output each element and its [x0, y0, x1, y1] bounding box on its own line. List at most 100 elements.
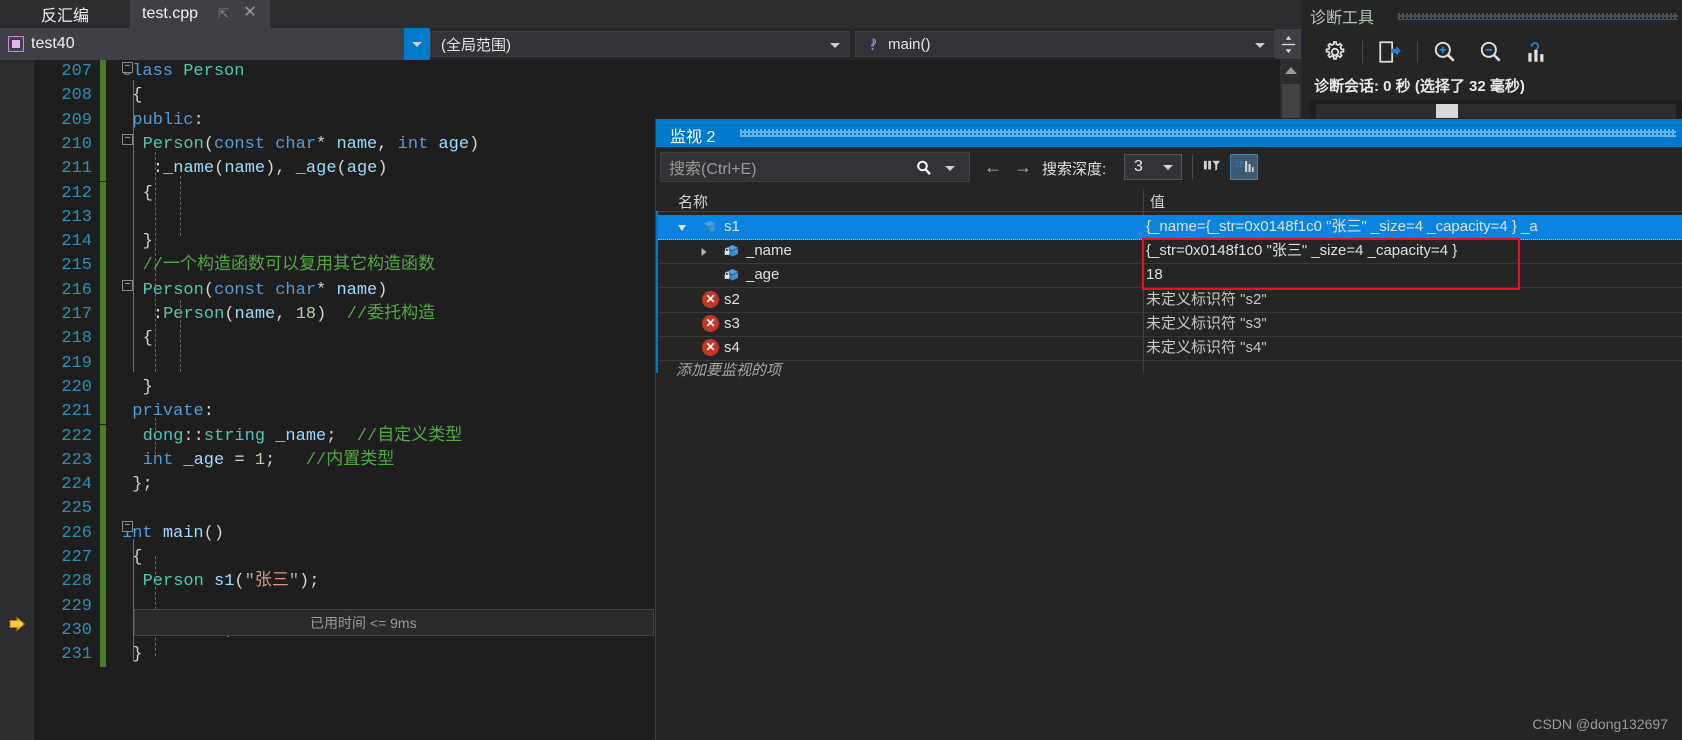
change-indicator: [100, 205, 106, 231]
change-indicator: [100, 181, 106, 206]
project-icon: [8, 36, 24, 52]
project-selector[interactable]: test40: [0, 28, 430, 60]
select-chart-button[interactable]: [1514, 35, 1560, 69]
line-number: 220: [61, 377, 92, 397]
code-line[interactable]: 207 class Person: [0, 60, 1302, 85]
add-watch-item-row[interactable]: 添加要监视的项: [658, 359, 1682, 383]
hexadecimal-display-icon[interactable]: 16: [1230, 154, 1258, 180]
line-number: 209: [61, 110, 92, 130]
code-text: int _age = 1; //内置类型: [142, 450, 395, 470]
navigate-back-button[interactable]: ←: [982, 157, 1004, 177]
line-number: 219: [61, 353, 92, 373]
change-indicator: [100, 594, 106, 619]
search-placeholder: 搜索(Ctrl+E): [669, 161, 757, 178]
watch-row-value[interactable]: 18: [1146, 263, 1163, 287]
code-text: Person s1("张三");: [142, 572, 320, 592]
line-number: 230: [61, 620, 92, 640]
watch-window-title: 监视 2: [670, 129, 716, 146]
zoom-out-button[interactable]: [1468, 35, 1514, 69]
watch-window-title-bar[interactable]: 监视 2: [656, 119, 1682, 147]
code-text: :Person(name, 18) //委托构造: [152, 305, 436, 324]
change-indicator: [100, 108, 106, 133]
code-line[interactable]: 208{: [0, 84, 1302, 109]
project-dropdown-arrow[interactable]: [404, 28, 430, 60]
error-icon: ✕: [702, 314, 719, 332]
diagnostic-timeline-selection[interactable]: [1436, 104, 1458, 118]
watch-row-value[interactable]: 未定义标识符 "s2": [1146, 288, 1267, 312]
add-watch-item-placeholder: 添加要监视的项: [676, 362, 782, 379]
change-indicator: [100, 497, 106, 522]
code-text: private:: [132, 402, 214, 422]
export-button[interactable]: [1367, 35, 1413, 69]
line-number: 229: [61, 596, 92, 616]
settings-button[interactable]: [1312, 35, 1358, 69]
tab-disassembly[interactable]: 反汇编: [0, 0, 130, 28]
indent-guide-4: [180, 176, 181, 236]
object-icon: [702, 220, 717, 234]
scope-selector[interactable]: (全局范围): [430, 31, 850, 57]
change-indicator: [100, 618, 106, 644]
search-input[interactable]: 搜索(Ctrl+E): [660, 152, 970, 182]
scroll-up-icon[interactable]: [1280, 60, 1302, 80]
change-indicator: [100, 351, 106, 376]
private-field-icon: [724, 244, 739, 258]
watch-row[interactable]: ✕ s3 未定义标识符 "s3": [658, 312, 1682, 337]
search-depth-input[interactable]: 3: [1124, 154, 1182, 180]
watch-row-value[interactable]: 未定义标识符 "s4": [1146, 336, 1267, 360]
watch-row[interactable]: s1 {_name={_str=0x0148f1c0 "张三" _size=4 _…: [658, 215, 1682, 240]
fold-toggle-class[interactable]: −: [122, 62, 133, 73]
function-selector[interactable]: main(): [855, 31, 1275, 57]
scope-guide-class: [133, 80, 134, 372]
pin-icon[interactable]: ⇱: [218, 6, 232, 22]
code-text: Person(const char* name, int age): [142, 134, 480, 154]
search-options-chevron-icon[interactable]: [945, 166, 955, 171]
column-header-name: 名称: [678, 194, 709, 211]
toolbar-separator: [1417, 41, 1418, 63]
watch-row[interactable]: _age 18: [658, 263, 1682, 289]
watch-row[interactable]: _name {_str=0x0148f1c0 "张三" _size=4 _capa…: [658, 239, 1682, 265]
watch-row-value[interactable]: {_name={_str=0x0148f1c0 "张三" _size=4 _ca…: [1146, 215, 1538, 239]
tab-test-cpp[interactable]: test.cpp ⇱ ✕: [130, 0, 270, 28]
zoom-in-button[interactable]: [1422, 35, 1468, 69]
change-indicator: [100, 157, 106, 182]
search-depth-value: 3: [1134, 158, 1143, 175]
line-number: 223: [61, 450, 92, 470]
indent-guide-5: [180, 300, 181, 372]
navigate-forward-button[interactable]: →: [1012, 157, 1034, 177]
drag-handle-dots[interactable]: [1398, 13, 1678, 20]
line-number: 231: [61, 645, 92, 665]
diagnostic-toolbar: [1312, 32, 1682, 72]
watch-row-name: _name: [746, 242, 792, 260]
change-indicator: [100, 546, 106, 571]
diagnostic-tools-header: 诊断工具: [1310, 4, 1682, 28]
expander-expand-icon[interactable]: [698, 245, 710, 257]
watch-row[interactable]: ✕ s2 未定义标识符 "s2": [658, 288, 1682, 313]
error-icon: ✕: [702, 339, 719, 356]
watch-row-value[interactable]: 未定义标识符 "s3": [1146, 312, 1267, 336]
watch-row-name: s2: [724, 290, 740, 308]
change-indicator: [100, 278, 106, 303]
close-icon[interactable]: ✕: [242, 4, 258, 22]
watch-row[interactable]: ✕ s4 未定义标识符 "s4": [658, 336, 1682, 361]
change-indicator: [100, 570, 106, 595]
search-icon[interactable]: [915, 159, 933, 177]
line-number: 225: [61, 499, 92, 519]
fold-toggle-ctor2[interactable]: −: [122, 280, 133, 291]
code-text: class Person: [122, 62, 245, 81]
scope-guide-main: [133, 539, 134, 661]
fold-toggle-ctor1[interactable]: −: [122, 134, 133, 145]
split-window-icon[interactable]: [1275, 29, 1301, 59]
expander-collapse-icon[interactable]: [676, 221, 688, 233]
line-number: 227: [61, 548, 92, 567]
watch-drag-handle[interactable]: [740, 129, 1676, 137]
toolbar-separator: [1362, 41, 1363, 63]
watch-grid-header: 名称 值: [656, 189, 1682, 212]
filter-icon[interactable]: [1198, 154, 1224, 180]
line-number: 215: [61, 256, 92, 276]
diagnostic-timeline-strip[interactable]: [1316, 104, 1676, 118]
code-text: //一个构造函数可以复用其它构造函数: [142, 256, 435, 276]
function-icon: [865, 37, 880, 52]
code-text: {: [142, 329, 153, 349]
fold-toggle-main[interactable]: −: [122, 521, 133, 532]
watch-row-value[interactable]: {_str=0x0148f1c0 "张三" _size=4 _capacity=…: [1146, 239, 1457, 263]
